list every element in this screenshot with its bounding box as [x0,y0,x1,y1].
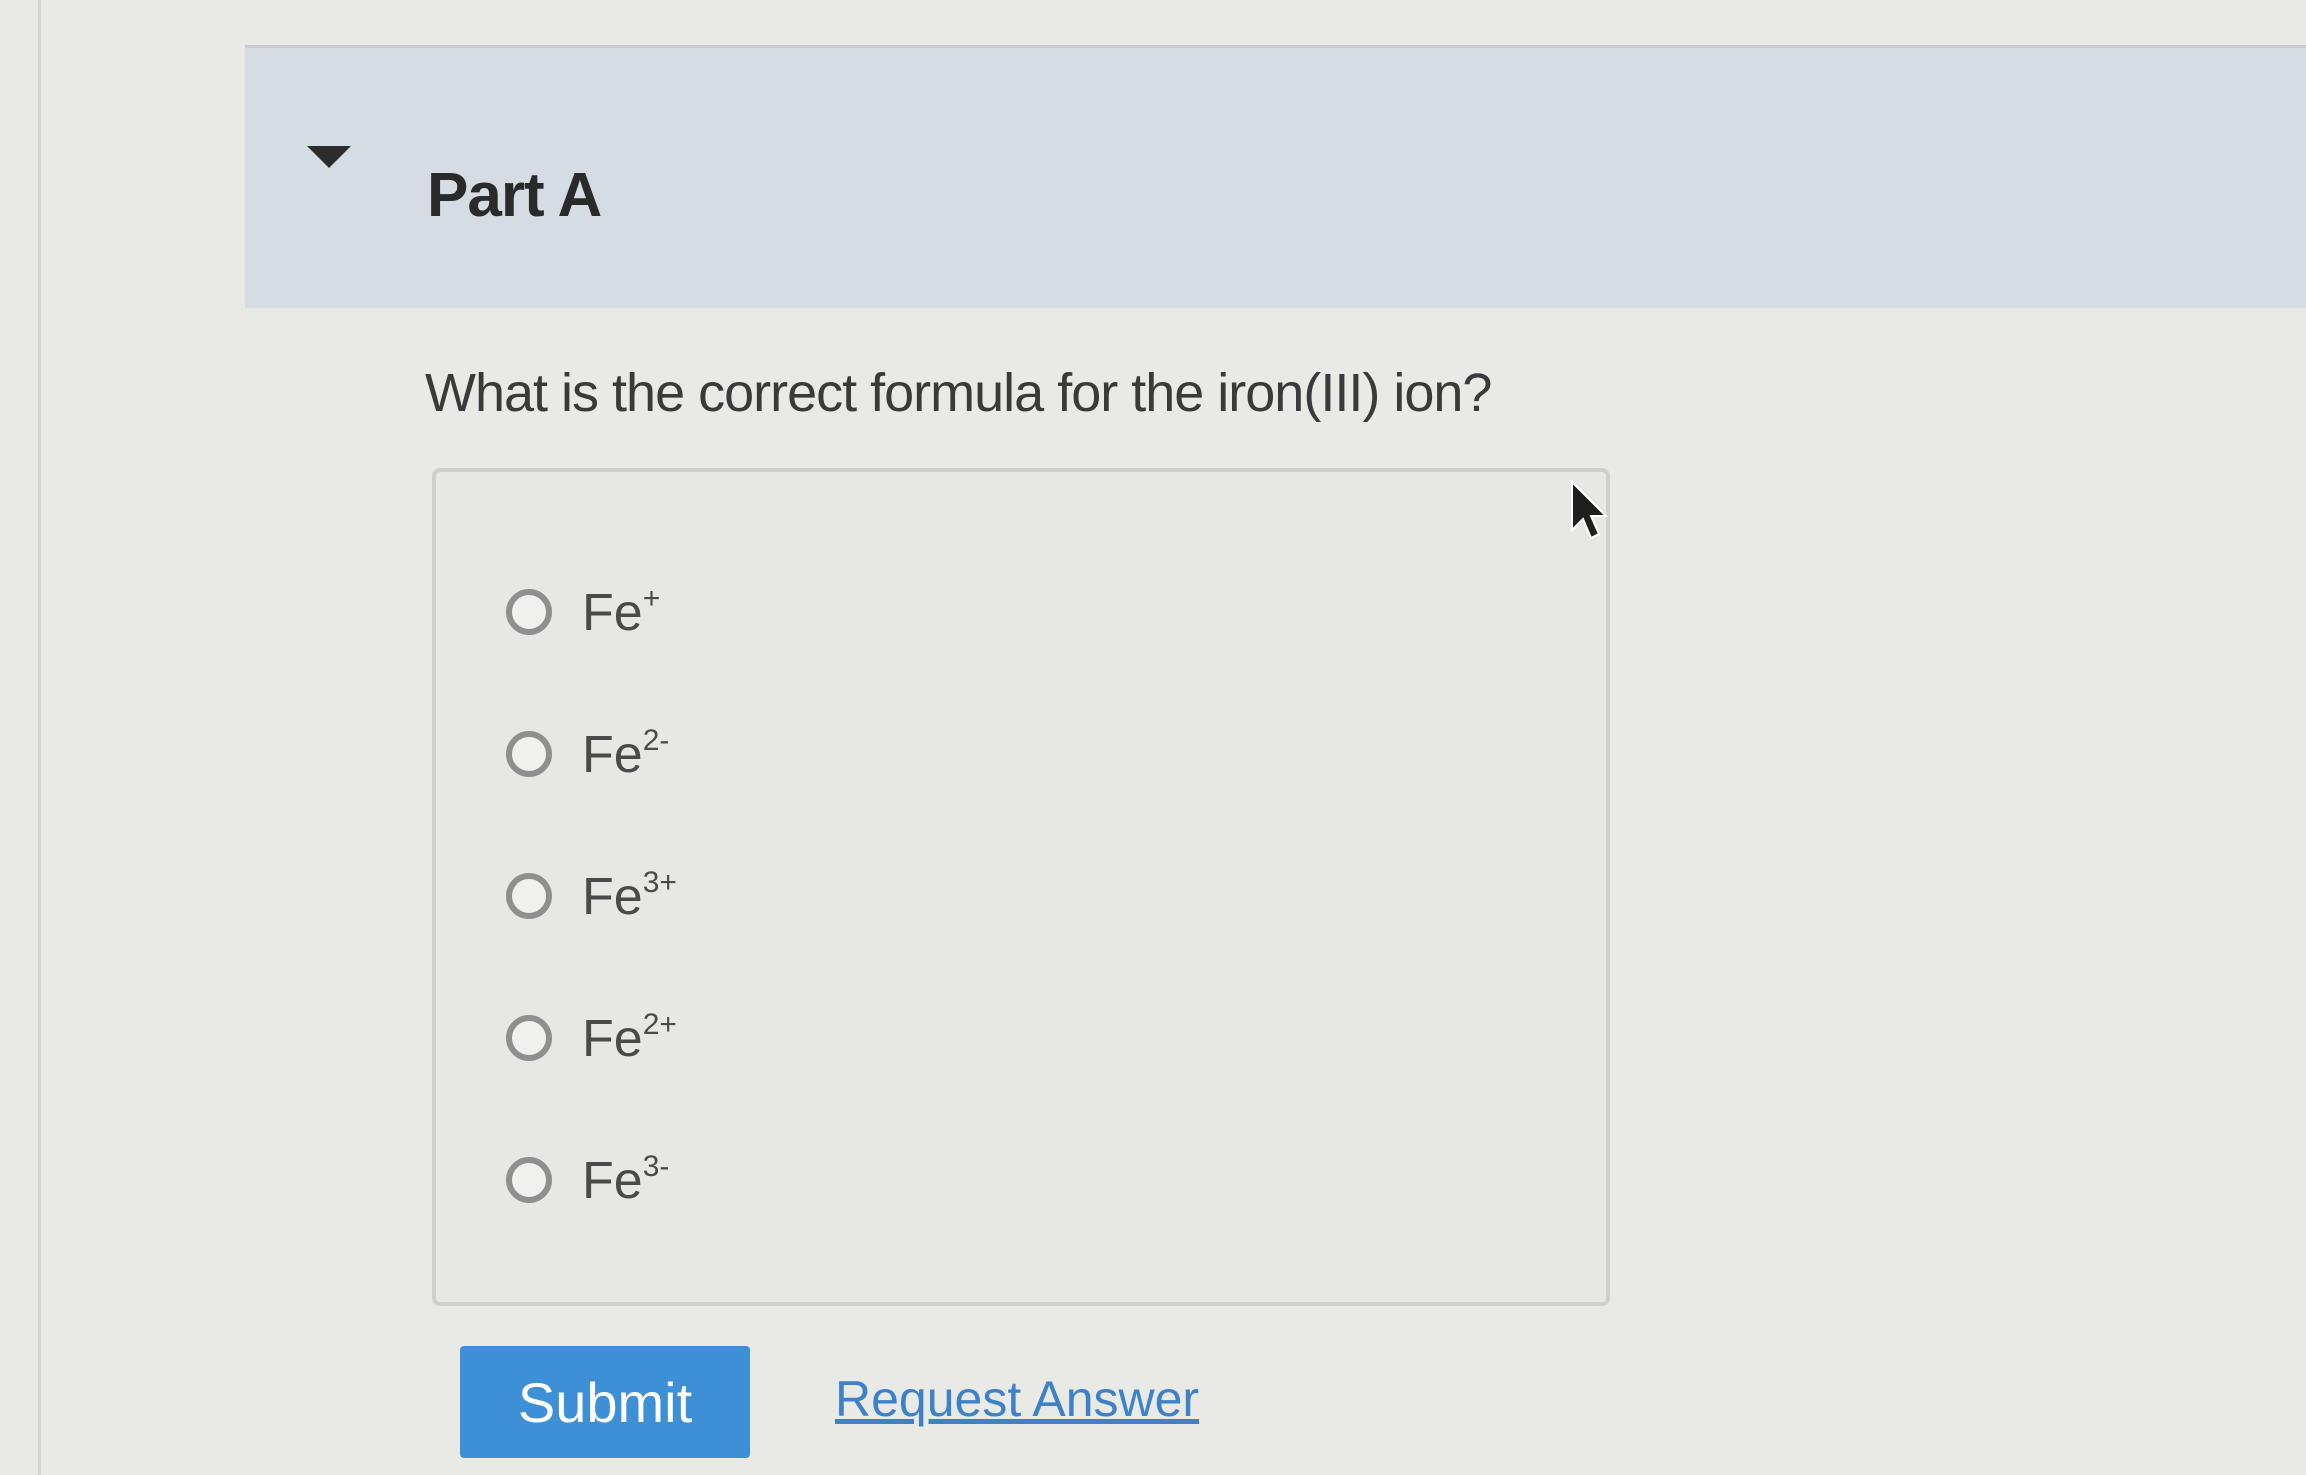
choice-option[interactable]: Fe2- [506,714,669,794]
caret-down-icon[interactable] [307,146,351,168]
choice-option[interactable]: Fe+ [506,572,660,652]
part-title: Part A [427,161,602,230]
choice-label: Fe3+ [582,865,677,926]
choice-option[interactable]: Fe3- [506,1140,669,1220]
choice-option[interactable]: Fe3+ [506,856,677,936]
radio-button[interactable] [506,731,552,777]
choice-label: Fe3- [582,1149,670,1210]
radio-button[interactable] [506,589,552,635]
question-text: What is the correct formula for the iron… [425,363,1492,423]
mouse-cursor-icon [1571,480,1609,540]
page-border [38,0,41,1475]
request-answer-link[interactable]: Request Answer [835,1370,1199,1428]
choice-label: Fe2+ [582,1007,677,1068]
choice-label: Fe2- [582,723,670,784]
radio-button[interactable] [506,873,552,919]
submit-button[interactable]: Submit [460,1346,750,1458]
choice-label: Fe+ [582,581,661,642]
radio-button[interactable] [506,1157,552,1203]
choice-option[interactable]: Fe2+ [506,998,677,1078]
answer-choices: Fe+ Fe2- Fe3+ Fe2+ Fe3- [432,468,1610,1306]
radio-button[interactable] [506,1015,552,1061]
part-header[interactable]: Part A [245,45,2306,308]
